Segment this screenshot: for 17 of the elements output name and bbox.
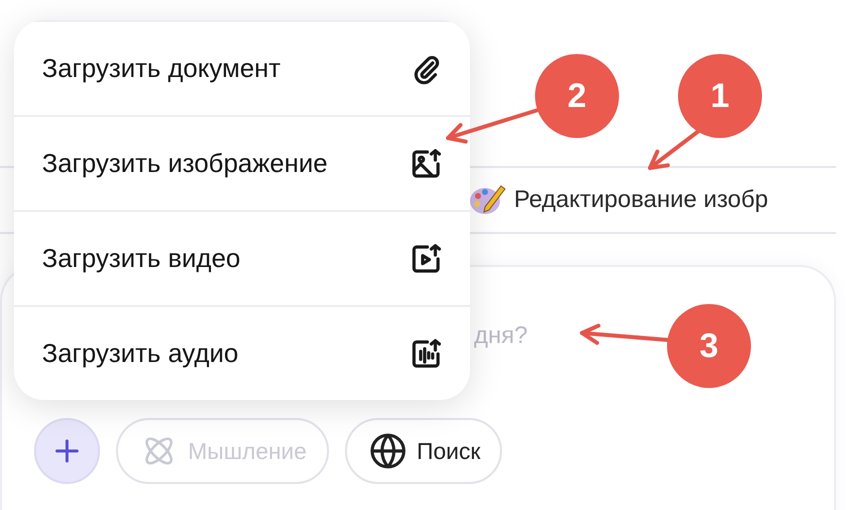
menu-item[interactable]: Загрузить видео xyxy=(14,210,470,305)
menu-item[interactable]: Загрузить аудио xyxy=(14,305,470,400)
message-field[interactable]: дня? xyxy=(474,319,554,353)
callout-number: 3 xyxy=(667,304,751,388)
suggestion-chip[interactable]: Редактирование изобр xyxy=(514,186,768,214)
palette-pencil-icon xyxy=(468,183,506,217)
video-upload-icon xyxy=(410,242,442,274)
image-upload-icon xyxy=(410,148,442,180)
arrow xyxy=(648,128,702,170)
audio-upload-icon xyxy=(410,338,442,370)
menu-item[interactable]: Загрузить изображение xyxy=(14,115,470,210)
menu-item[interactable]: Загрузить документ xyxy=(14,20,470,115)
callout-number: 2 xyxy=(535,54,619,138)
search-button[interactable]: Поиск xyxy=(344,418,502,484)
callout-number: 1 xyxy=(678,54,762,138)
plus-icon xyxy=(55,439,79,463)
globe-icon xyxy=(368,432,407,470)
